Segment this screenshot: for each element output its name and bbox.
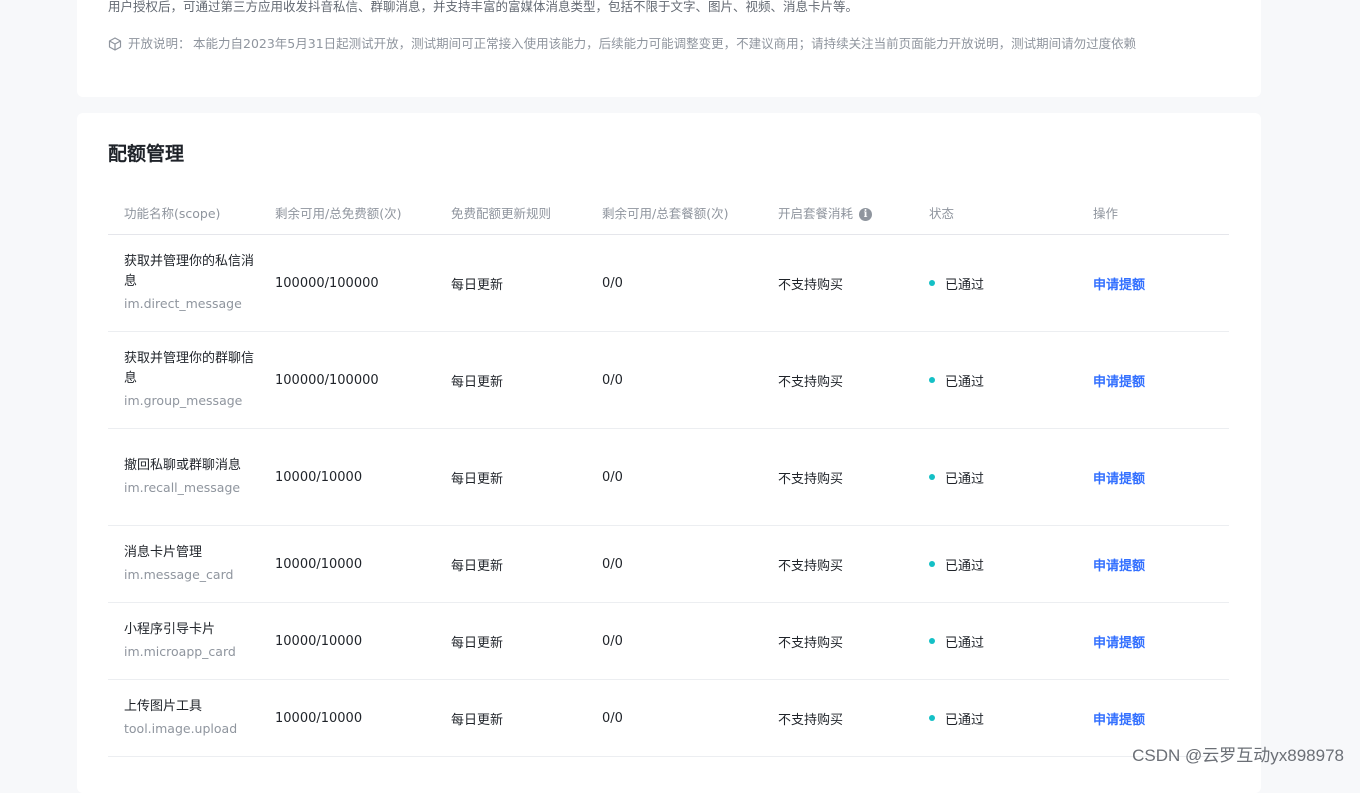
feature-scope: im.direct_message (124, 296, 242, 311)
package-consume-value: 不支持购买 (778, 277, 844, 293)
action-cell: 申请提额 (1093, 526, 1145, 602)
refresh-rule-value: 每日更新 (451, 558, 504, 574)
status-dot-icon (929, 638, 935, 644)
feature-scope: im.microapp_card (124, 644, 236, 659)
package-consume-value: 不支持购买 (778, 635, 844, 651)
package-quota-value: 0/0 (602, 633, 623, 649)
column-header-refresh-rule: 免费配额更新规则 (451, 206, 552, 221)
status-text: 已通过 (945, 277, 985, 293)
feature-name: 获取并管理你的群聊信息 (124, 351, 255, 386)
package-quota-value: 0/0 (602, 710, 623, 726)
cube-icon (108, 37, 122, 51)
status-cell: 已通过 (929, 429, 984, 525)
feature-name-cell: 撤回私聊或群聊消息 im.recall_message (124, 429, 254, 525)
feature-scope: tool.image.upload (124, 721, 238, 736)
table-row: 获取并管理你的私信消息 im.direct_message 100000/100… (108, 235, 1229, 332)
package-consume-value: 不支持购买 (778, 471, 844, 487)
notice: 开放说明： 本能力自2023年5月31日起测试开放，测试期间可正常接入使用该能力… (108, 34, 1228, 54)
free-quota-value: 10000/10000 (275, 469, 363, 485)
apply-increase-link[interactable]: 申请提额 (1093, 709, 1145, 728)
feature-name: 消息卡片管理 (124, 545, 203, 560)
refresh-rule-value: 每日更新 (451, 712, 504, 728)
table-row: 获取并管理你的群聊信息 im.group_message 100000/1000… (108, 332, 1229, 429)
feature-name-cell: 获取并管理你的群聊信息 im.group_message (124, 332, 254, 428)
section-title: 配额管理 (108, 143, 185, 165)
status-dot-icon (929, 715, 935, 721)
apply-increase-link[interactable]: 申请提额 (1093, 371, 1145, 390)
refresh-rule-value: 每日更新 (451, 374, 504, 390)
free-quota-value: 10000/10000 (275, 556, 363, 572)
package-quota-value: 0/0 (602, 275, 623, 291)
feature-name: 获取并管理你的私信消息 (124, 254, 255, 289)
table-row: 消息卡片管理 im.message_card 10000/10000 每日更新 … (108, 526, 1229, 603)
watermark: CSDN @云罗互动yx898978 (1132, 746, 1344, 765)
refresh-rule-value: 每日更新 (451, 471, 504, 487)
status-cell: 已通过 (929, 680, 984, 756)
notice-text: 本能力自2023年5月31日起测试开放，测试期间可正常接入使用该能力，后续能力可… (193, 36, 1137, 51)
info-icon[interactable]: i (859, 208, 873, 221)
table-row: 上传图片工具 tool.image.upload 10000/10000 每日更… (108, 680, 1229, 757)
intro-description: 用户授权后，可通过第三方应用收发抖音私信、群聊消息，并支持丰富的富媒体消息类型，… (108, 0, 859, 14)
notice-label: 开放说明： (128, 36, 191, 51)
action-cell: 申请提额 (1093, 332, 1145, 428)
package-quota-value: 0/0 (602, 469, 623, 485)
column-header-package-quota: 剩余可用/总套餐额(次) (602, 206, 729, 221)
action-cell: 申请提额 (1093, 235, 1145, 331)
refresh-rule-value: 每日更新 (451, 277, 504, 293)
status-dot-icon (929, 474, 935, 480)
apply-increase-link[interactable]: 申请提额 (1093, 555, 1145, 574)
status-dot-icon (929, 377, 935, 383)
feature-name-cell: 消息卡片管理 im.message_card (124, 526, 254, 602)
intro-card: 用户授权后，可通过第三方应用收发抖音私信、群聊消息，并支持丰富的富媒体消息类型，… (77, 0, 1261, 97)
status-text: 已通过 (945, 471, 985, 487)
feature-name: 撤回私聊或群聊消息 (124, 458, 242, 473)
quota-table: 功能名称(scope) 剩余可用/总免费额(次) 免费配额更新规则 剩余可用/总… (108, 193, 1229, 757)
status-cell: 已通过 (929, 332, 984, 428)
apply-increase-link[interactable]: 申请提额 (1093, 274, 1145, 293)
feature-name-cell: 获取并管理你的私信消息 im.direct_message (124, 235, 254, 331)
free-quota-value: 10000/10000 (275, 710, 363, 726)
package-consume-value: 不支持购买 (778, 558, 844, 574)
column-header-action: 操作 (1093, 206, 1119, 221)
table-row: 撤回私聊或群聊消息 im.recall_message 10000/10000 … (108, 429, 1229, 526)
feature-name-cell: 小程序引导卡片 im.microapp_card (124, 603, 254, 679)
feature-name-cell: 上传图片工具 tool.image.upload (124, 680, 254, 756)
column-header-package-consume-label: 开启套餐消耗 (778, 206, 854, 221)
refresh-rule-value: 每日更新 (451, 635, 504, 651)
status-cell: 已通过 (929, 526, 984, 602)
feature-name: 小程序引导卡片 (124, 622, 216, 637)
status-cell: 已通过 (929, 603, 984, 679)
free-quota-value: 10000/10000 (275, 633, 363, 649)
column-header-status: 状态 (929, 206, 955, 221)
feature-scope: im.message_card (124, 567, 234, 582)
package-quota-value: 0/0 (602, 372, 623, 388)
action-cell: 申请提额 (1093, 429, 1145, 525)
column-header-free-quota: 剩余可用/总免费额(次) (275, 206, 402, 221)
free-quota-value: 100000/100000 (275, 275, 379, 291)
status-cell: 已通过 (929, 235, 984, 331)
status-dot-icon (929, 561, 935, 567)
status-text: 已通过 (945, 558, 985, 574)
quota-card: 配额管理 功能名称(scope) 剩余可用/总免费额(次) 免费配额更新规则 剩… (77, 113, 1261, 793)
package-consume-value: 不支持购买 (778, 374, 844, 390)
action-cell: 申请提额 (1093, 603, 1145, 679)
feature-name: 上传图片工具 (124, 699, 203, 714)
free-quota-value: 100000/100000 (275, 372, 379, 388)
feature-scope: im.recall_message (124, 480, 241, 495)
package-consume-value: 不支持购买 (778, 712, 844, 728)
status-text: 已通过 (945, 712, 985, 728)
table-row: 小程序引导卡片 im.microapp_card 10000/10000 每日更… (108, 603, 1229, 680)
column-header-name: 功能名称(scope) (124, 206, 221, 221)
status-dot-icon (929, 280, 935, 286)
status-text: 已通过 (945, 374, 985, 390)
column-header-package-consume: 开启套餐消耗 i (778, 193, 873, 234)
table-header: 功能名称(scope) 剩余可用/总免费额(次) 免费配额更新规则 剩余可用/总… (108, 193, 1229, 235)
apply-increase-link[interactable]: 申请提额 (1093, 632, 1145, 651)
feature-scope: im.group_message (124, 393, 243, 408)
status-text: 已通过 (945, 635, 985, 651)
package-quota-value: 0/0 (602, 556, 623, 572)
apply-increase-link[interactable]: 申请提额 (1093, 468, 1145, 487)
